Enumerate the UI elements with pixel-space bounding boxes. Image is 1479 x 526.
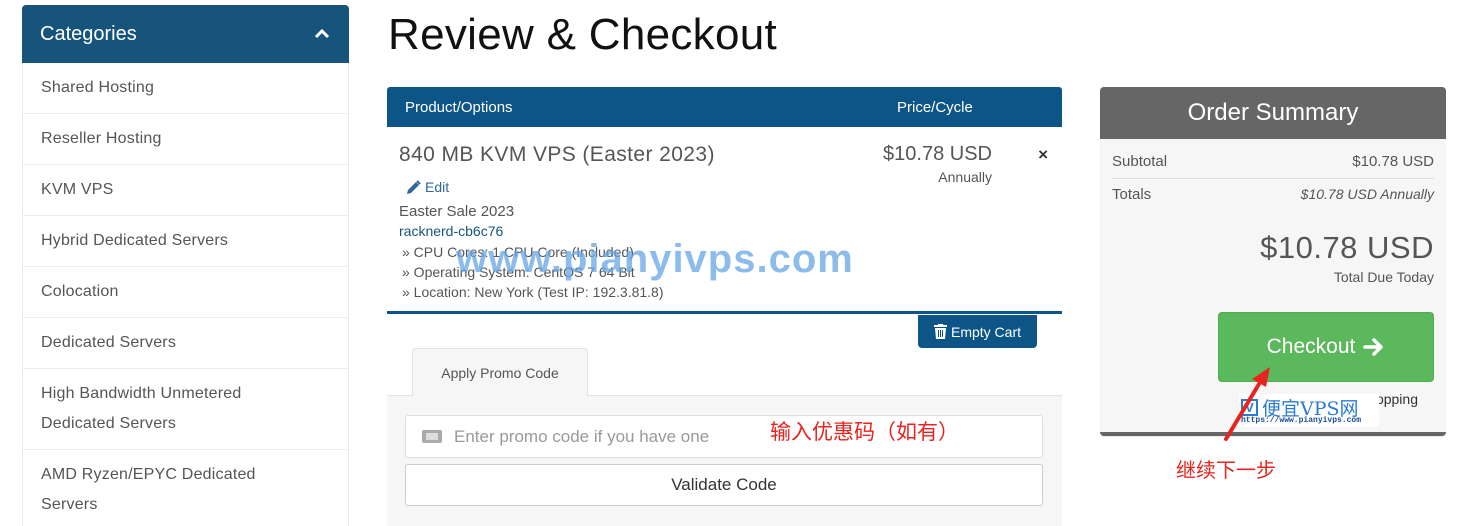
option-os: » Operating System: CentOS 7 64 Bit xyxy=(402,264,635,280)
arrow-right-icon xyxy=(1363,338,1384,356)
sidebar-item-amd-ryzen-epyc[interactable]: AMD Ryzen/EPYC Dedicated Servers xyxy=(23,450,303,526)
order-summary: Order Summary Subtotal $10.78 USD Totals… xyxy=(1100,87,1446,436)
trash-icon xyxy=(933,324,947,339)
checkout-label: Checkout xyxy=(1266,335,1356,358)
subtotal-label: Subtotal xyxy=(1112,153,1168,170)
categories-list: Shared Hosting Reseller Hosting KVM VPS … xyxy=(22,63,349,526)
validate-code-button[interactable]: Validate Code xyxy=(405,464,1043,506)
checkout-button[interactable]: Checkout xyxy=(1218,312,1434,382)
cart-header: Product/Options Price/Cycle xyxy=(387,87,1062,127)
product-price: $10.78 USD xyxy=(883,143,992,165)
sidebar-item-high-bandwidth[interactable]: High Bandwidth Unmetered Dedicated Serve… xyxy=(23,369,303,449)
chevron-up-icon[interactable] xyxy=(313,25,331,43)
product-hostname: racknerd-cb6c76 xyxy=(399,223,504,239)
product-options: » CPU Cores: 1 CPU Core (Included) » Ope… xyxy=(402,242,664,302)
ticket-icon xyxy=(422,430,442,443)
sidebar-item-hybrid-dedicated[interactable]: Hybrid Dedicated Servers xyxy=(23,216,348,267)
product-group: Easter Sale 2023 xyxy=(399,203,515,220)
cart-table: Product/Options Price/Cycle 840 MB KVM V… xyxy=(387,87,1062,314)
sidebar-item-shared-hosting[interactable]: Shared Hosting xyxy=(23,63,348,114)
sidebar-item-colocation[interactable]: Colocation xyxy=(23,267,348,318)
categories-title: Categories xyxy=(40,22,137,45)
totals-value: $10.78 USD Annually xyxy=(1300,186,1434,202)
page-title: Review & Checkout xyxy=(388,10,778,59)
pencil-icon xyxy=(407,179,421,194)
product-cycle: Annually xyxy=(938,169,992,185)
order-summary-title: Order Summary xyxy=(1100,87,1446,139)
totals-label: Totals xyxy=(1112,186,1152,203)
total-due-label: Total Due Today xyxy=(1333,269,1434,285)
subtotal-value: $10.78 USD xyxy=(1352,153,1434,170)
header-price-cycle: Price/Cycle xyxy=(897,98,973,116)
sidebar-item-dedicated-servers[interactable]: Dedicated Servers xyxy=(23,318,348,369)
promo-panel: Validate Code xyxy=(387,395,1062,526)
totals-row: Totals $10.78 USD Annually xyxy=(1112,186,1434,203)
total-due-amount: $10.78 USD xyxy=(1260,230,1434,265)
next-step-annotation: 继续下一步 xyxy=(1176,458,1276,482)
continue-shopping-link[interactable]: Continue Shopping xyxy=(1299,391,1418,407)
categories-sidebar: Categories Shared Hosting Reseller Hosti… xyxy=(22,5,430,526)
subtotal-row: Subtotal $10.78 USD xyxy=(1112,153,1434,179)
categories-header[interactable]: Categories xyxy=(22,5,430,112)
tab-apply-promo-code[interactable]: Apply Promo Code xyxy=(412,348,588,396)
edit-label: Edit xyxy=(425,179,450,195)
product-name: 840 MB KVM VPS (Easter 2023) xyxy=(399,143,715,166)
sidebar-item-kvm-vps[interactable]: KVM VPS xyxy=(23,165,348,216)
promo-annotation: 输入优惠码（如有） xyxy=(770,420,959,444)
option-cpu: » CPU Cores: 1 CPU Core (Included) xyxy=(402,244,634,260)
sidebar-item-reseller-hosting[interactable]: Reseller Hosting xyxy=(23,114,348,165)
empty-cart-button[interactable]: Empty Cart xyxy=(918,315,1037,348)
cart-item: 840 MB KVM VPS (Easter 2023) Edit Easter… xyxy=(387,127,1062,314)
empty-cart-label: Empty Cart xyxy=(950,323,1021,340)
option-location: » Location: New York (Test IP: 192.3.81.… xyxy=(402,284,664,300)
edit-link[interactable]: Edit xyxy=(406,179,449,195)
header-product-options: Product/Options xyxy=(405,98,513,116)
remove-item-icon[interactable]: × xyxy=(1038,145,1048,165)
